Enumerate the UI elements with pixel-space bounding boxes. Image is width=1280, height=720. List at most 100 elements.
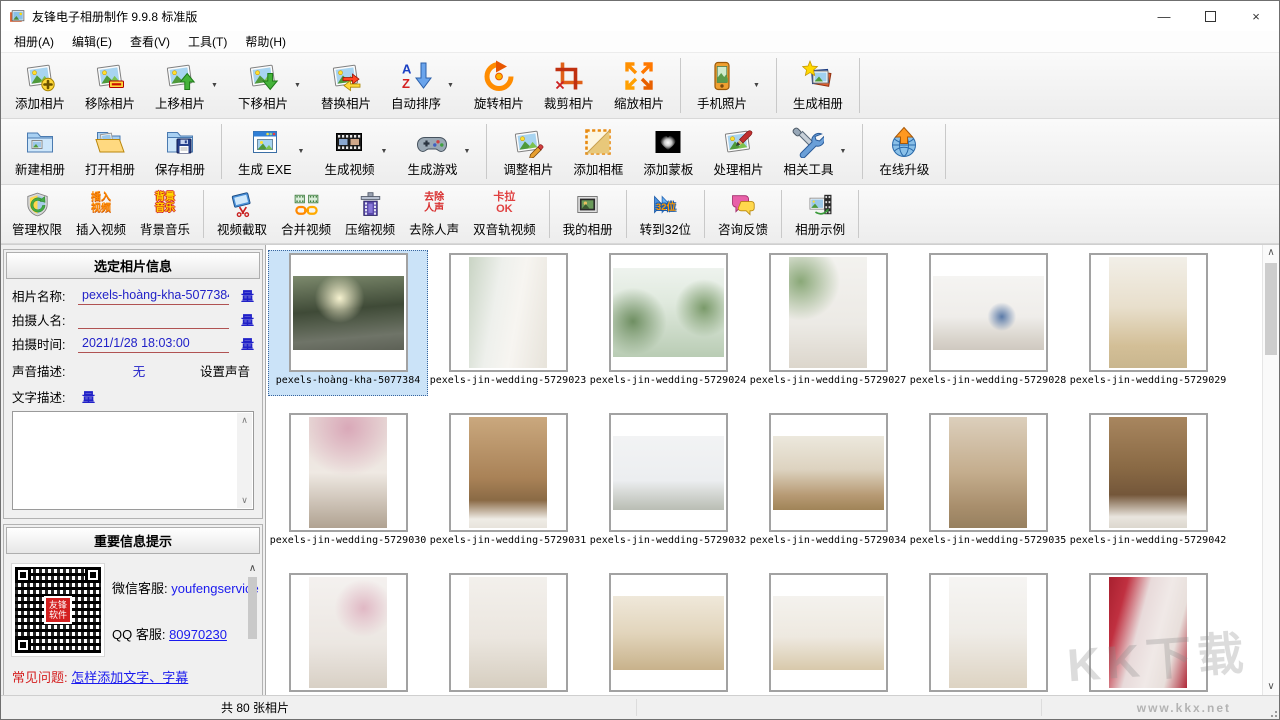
toolbar-button-add-frame[interactable]: 添加相框 [564,125,632,179]
toolbar-divider [858,190,859,238]
toolbar-button-karaoke[interactable]: 卡拉OK双音轨视频 [467,190,542,239]
photo-thumbnail-frame [769,573,888,692]
dropdown-arrow-icon[interactable]: ▼ [839,148,846,155]
photo-cell[interactable]: pexels-jin-wedding-5729032 [588,410,748,556]
related-tools-icon [792,126,824,158]
toolbar-button-goto-32bit[interactable]: 32位转到32位 [634,190,697,239]
photo-cell[interactable]: pexels-jin-wedding-5729028 [908,250,1068,396]
photo-caption: pexels-jin-wedding-5729032 [590,535,747,546]
field-action[interactable]: 量 [236,334,254,353]
sound-description-value[interactable]: 无 [78,361,200,380]
dropdown-arrow-icon[interactable]: ▼ [211,82,218,89]
dropdown-arrow-icon[interactable]: ▼ [447,82,454,89]
dropdown-arrow-icon[interactable]: ▼ [294,82,301,89]
dropdown-arrow-icon[interactable]: ▼ [298,148,305,155]
descbox-scrollbar[interactable]: ∧∨ [237,413,252,508]
toolbar-button-crop-photo[interactable]: 裁剪相片 [535,59,603,113]
menu-item[interactable]: 编辑(E) [63,31,121,52]
toolbar-button-adjust-photo[interactable]: 调整相片 [494,125,562,179]
toolbar-button-feedback[interactable]: 咨询反馈 [712,190,774,239]
photo-cell[interactable]: pexels-jin-wedding-5729030 [268,410,428,556]
photo-cell[interactable]: pexels-jin-wedding-5729044 [428,570,588,695]
toolbar-button-online-upgrade[interactable]: 在线升级 [870,125,938,179]
toolbar-button-video-capture[interactable]: 视频截取 [211,190,273,239]
scrollbar-thumb[interactable] [1265,263,1277,355]
toolbar-button-add-mask[interactable]: 添加蒙板 [634,125,702,179]
adjust-photo-icon [512,126,544,158]
toolbar-button-add-photo[interactable]: 添加相片 [6,59,74,113]
photo-cell[interactable]: pexels-jin-wedding-5729023 [428,250,588,396]
menu-item[interactable]: 查看(V) [121,31,179,52]
scroll-up-icon[interactable]: ∧ [241,415,248,426]
toolbar-label: 添加蒙板 [643,159,693,178]
toolbar-button-related-tools[interactable]: 相关工具▼ [774,125,855,179]
resize-grip[interactable] [1267,707,1277,717]
toolbar-button-compress-video[interactable]: 压缩视频 [339,190,401,239]
text-description-action[interactable]: 量 [82,387,95,406]
toolbar-button-save-album[interactable]: 保存相册 [146,125,214,179]
toolbar-button-insert-video[interactable]: 插入视频插入视频 [70,190,132,239]
photo-cell[interactable]: pexels-jin-wedding-5729048 [1068,570,1228,695]
toolbar-button-bg-music[interactable]: 背景音乐背景音乐 [134,190,196,239]
dropdown-arrow-icon[interactable]: ▼ [753,82,760,89]
photo-cell[interactable]: pexels-jin-wedding-5729031 [428,410,588,556]
toolbar-button-auto-sort[interactable]: AZ自动排序▼ [382,59,463,113]
qq-number-link[interactable]: 80970230 [169,627,227,642]
toolbar-button-make-game[interactable]: 生成游戏▼ [398,125,479,179]
dropdown-arrow-icon[interactable]: ▼ [463,148,470,155]
photo-cell[interactable]: pexels-jin-wedding-5729043 [268,570,428,695]
field-value-input[interactable]: pexels-hoàng-kha-5077384 [78,287,229,305]
photo-cell-selected[interactable]: pexels-hoàng-kha-5077384 [268,250,428,396]
set-sound-button[interactable]: 设置声音 [200,361,254,380]
photo-cell[interactable]: pexels-jin-wedding-5729042 [1068,410,1228,556]
field-value-input[interactable] [78,311,229,329]
menu-item[interactable]: 帮助(H) [236,31,295,52]
scroll-up-icon[interactable]: ∧ [249,564,256,574]
photo-cell[interactable]: pexels-jin-wedding-5729047 [908,570,1068,695]
text-description-input[interactable]: ∧∨ [12,411,254,510]
toolbar-button-new-album[interactable]: 新建相册 [6,125,74,179]
toolbar-button-generate-album[interactable]: 生成相册 [784,59,852,113]
toolbar-button-manage-rights[interactable]: 管理权限 [6,190,68,239]
toolbar-button-merge-video[interactable]: 合并视频 [275,190,337,239]
photo-cell[interactable]: pexels-jin-wedding-5729029 [1068,250,1228,396]
goto-32bit-icon: 32位 [652,191,679,218]
photo-cell[interactable]: pexels-jin-wedding-5729046 [748,570,908,695]
toolbar-button-rotate-photo[interactable]: 旋转相片 [465,59,533,113]
menu-item[interactable]: 相册(A) [5,31,63,52]
toolbar-button-remove-vocal[interactable]: 去除人声去除人声 [403,190,465,239]
faq-link[interactable]: 怎样添加文字、字幕 [71,670,188,685]
close-button[interactable]: × [1233,1,1279,31]
toolbar-button-move-up-photo[interactable]: 上移相片▼ [146,59,227,113]
toolbar-label: 背景音乐 [140,219,190,238]
photo-cell[interactable]: pexels-jin-wedding-5729035 [908,410,1068,556]
photo-cell[interactable]: pexels-jin-wedding-5729024 [588,250,748,396]
maximize-button[interactable] [1187,1,1233,31]
toolbar-button-replace-photo[interactable]: 替换相片 [312,59,380,113]
field-value-input[interactable]: 2021/1/28 18:03:00 [78,335,229,353]
toolbar-button-my-albums[interactable]: 我的相册 [557,190,619,239]
save-album-icon [164,126,196,158]
vertical-scrollbar[interactable]: ∧ ∨ [1262,245,1279,695]
scroll-up-icon[interactable]: ∧ [1263,248,1279,258]
scroll-down-icon[interactable]: ∨ [241,495,248,506]
photo-cell[interactable]: pexels-jin-wedding-5729027 [748,250,908,396]
menu-item[interactable]: 工具(T) [179,31,236,52]
toolbar-button-album-samples[interactable]: 相册示例 [789,190,851,239]
minimize-button[interactable]: — [1141,1,1187,31]
scroll-down-icon[interactable]: ∨ [1263,682,1279,692]
toolbar-button-move-down-photo[interactable]: 下移相片▼ [229,59,310,113]
scrollbar-thumb[interactable] [248,577,257,639]
photo-cell[interactable]: pexels-jin-wedding-5729034 [748,410,908,556]
toolbar-button-zoom-photo[interactable]: 缩放相片 [605,59,673,113]
toolbar-button-remove-photo[interactable]: 移除相片 [76,59,144,113]
toolbar-button-make-video[interactable]: 生成视频▼ [315,125,396,179]
dropdown-arrow-icon[interactable]: ▼ [381,148,388,155]
toolbar-button-phone-photos[interactable]: 手机照片▼ [688,59,769,113]
toolbar-button-make-exe[interactable]: 生成 EXE▼ [229,125,313,179]
field-action[interactable]: 量 [236,310,254,329]
toolbar-button-process-photo[interactable]: 处理相片 [704,125,772,179]
field-action[interactable]: 量 [236,286,254,305]
photo-cell[interactable]: pexels-jin-wedding-5729045 [588,570,748,695]
toolbar-button-open-album[interactable]: 打开相册 [76,125,144,179]
